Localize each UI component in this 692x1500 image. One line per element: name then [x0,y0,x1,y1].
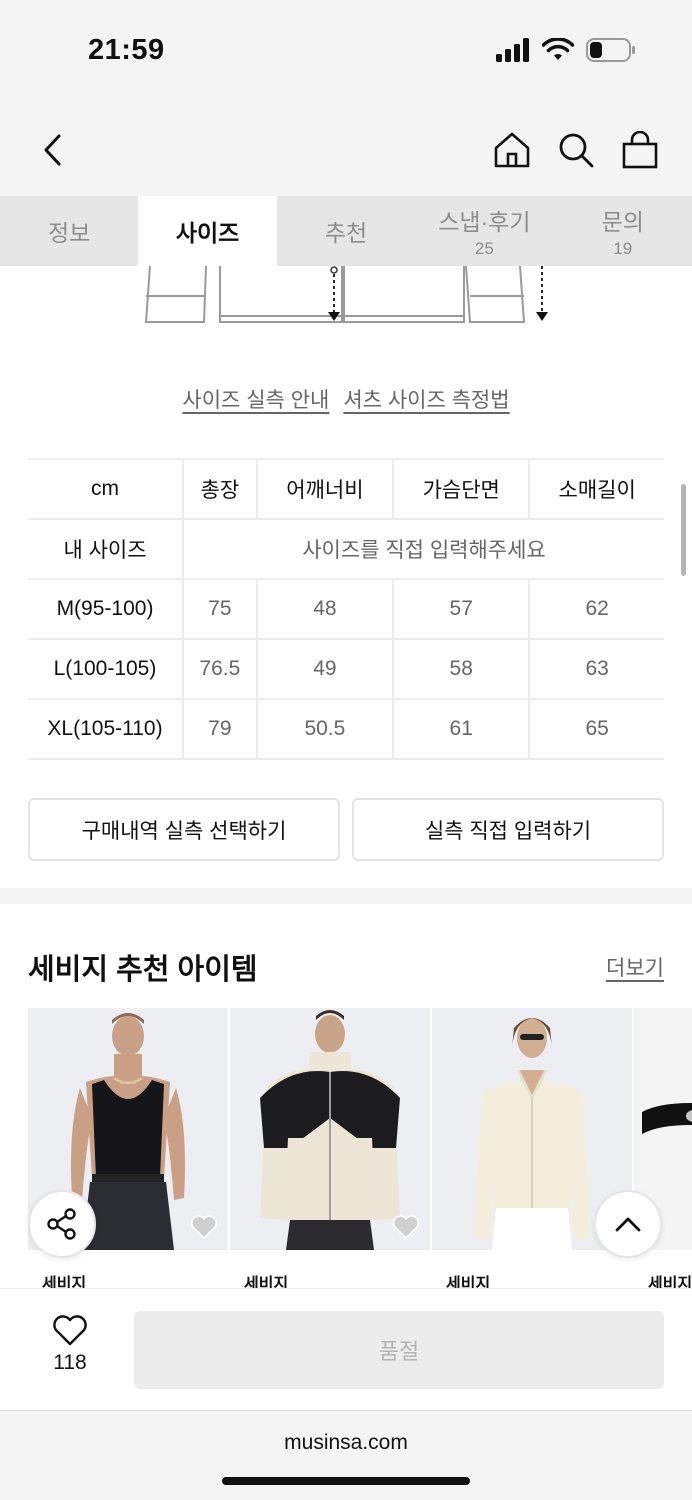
product-tabs: 정보 사이즈 추천 스냅·후기 25 문의 19 [0,196,692,266]
my-size-row: 내 사이즈 사이즈를 직접 입력해주세요 [28,518,664,580]
product-brand: 세비지 [446,1276,491,1288]
like-button[interactable]: 118 [30,1315,110,1375]
table-cell: 62 [528,578,664,640]
direct-input-size-button[interactable]: 실측 직접 입력하기 [352,798,664,861]
tab-count: 25 [474,239,494,258]
size-guide-link[interactable]: 사이즈 실측 안내 [182,384,329,414]
like-count: 118 [53,1351,87,1374]
table-cell: 63 [528,638,664,700]
soldout-button[interactable]: 품절 [134,1311,664,1389]
wishlist-heart-icon[interactable] [190,1214,218,1240]
product-brand: 세비지 [648,1276,692,1288]
heart-icon [53,1315,87,1346]
tab-label: 사이즈 [175,220,240,246]
size-table-header: cm 총장 어깨너비 가슴단면 소매길이 [28,458,664,520]
header-chest: 가슴단면 [392,458,530,520]
product-image[interactable] [230,1008,430,1250]
url-text[interactable]: musinsa.com [0,1431,692,1455]
share-icon [47,1208,76,1240]
tab-inquiry[interactable]: 문의 19 [554,196,692,266]
size-table: cm 총장 어깨너비 가슴단면 소매길이 내 사이즈 사이즈를 직접 입력해주세… [28,458,664,760]
signal-icon [496,38,529,62]
search-icon [559,133,594,168]
bottom-action-bar: 118 품절 [0,1288,692,1410]
my-size-label: 내 사이즈 [28,518,183,580]
table-cell: 79 [182,698,257,760]
tab-label: 정보 [48,220,91,246]
bag-icon [622,131,658,169]
header-shoulder: 어깨너비 [255,458,394,520]
size-label: M(95-100) [28,578,183,640]
home-indicator[interactable] [222,1477,470,1485]
tab-recommend[interactable]: 추천 [277,196,415,266]
section-divider [0,888,692,904]
table-cell: 58 [392,638,530,700]
table-row: M(95-100) 75 48 57 62 [28,578,664,640]
table-cell: 75 [182,578,257,640]
my-size-input[interactable]: 사이즈를 직접 입력해주세요 [182,518,664,580]
wifi-icon [542,38,574,60]
status-icons [496,38,636,62]
table-cell: 48 [255,578,394,640]
header-unit: cm [28,458,183,520]
product-brand: 세비지 [244,1276,289,1288]
size-action-row: 구매내역 실측 선택하기 실측 직접 입력하기 [28,798,664,861]
size-measure-illustration [144,266,548,323]
search-button[interactable] [556,128,596,172]
page-scrollbar[interactable] [681,484,686,576]
scroll-top-button[interactable] [594,1190,662,1258]
recommend-carousel[interactable]: 세비지 세비지 세비지 세비지 [28,1008,692,1288]
table-cell: 49 [255,638,394,700]
status-bar: 21:59 [0,0,692,100]
header-total-length: 총장 [182,458,257,520]
tab-label: 추천 [324,220,368,246]
size-guide-links: 사이즈 실측 안내 셔츠 사이즈 측정법 [0,384,692,414]
chevron-left-icon [44,134,61,166]
app-header [0,100,692,196]
product-card[interactable]: 세비지 [230,1008,430,1288]
tab-size[interactable]: 사이즈 [138,196,277,266]
home-button[interactable] [492,128,532,172]
battery-icon [586,38,635,62]
recommend-title: 세비지 추천 아이템 [28,954,258,986]
tab-count: 19 [613,239,633,258]
table-cell: 65 [528,698,664,760]
tab-label: 문의 [601,209,644,235]
header-icons [492,128,660,172]
table-row: L(100-105) 76.5 49 58 63 [28,638,664,700]
select-purchase-size-button[interactable]: 구매내역 실측 선택하기 [28,798,340,861]
share-button[interactable] [28,1190,96,1258]
see-more-link[interactable]: 더보기 [606,952,664,982]
status-time: 21:59 [88,34,165,66]
table-cell: 76.5 [182,638,257,700]
chevron-up-icon [615,1217,641,1232]
tab-info[interactable]: 정보 [0,196,138,266]
back-button[interactable] [32,128,72,172]
home-icon [494,132,530,168]
browser-url-bar: musinsa.com [0,1410,692,1500]
tab-snap-review[interactable]: 스냅·후기 25 [415,196,553,266]
cart-button[interactable] [620,128,660,172]
tab-label: 스냅·후기 [438,209,531,235]
table-cell: 61 [392,698,530,760]
wishlist-heart-icon[interactable] [392,1214,420,1240]
table-cell: 57 [392,578,530,640]
table-row: XL(105-110) 79 50.5 61 65 [28,698,664,760]
size-label: L(100-105) [28,638,183,700]
size-label: XL(105-110) [28,698,183,760]
product-brand: 세비지 [42,1276,87,1288]
table-cell: 50.5 [255,698,394,760]
header-sleeve: 소매길이 [528,458,664,520]
measure-method-link[interactable]: 셔츠 사이즈 측정법 [343,384,509,414]
